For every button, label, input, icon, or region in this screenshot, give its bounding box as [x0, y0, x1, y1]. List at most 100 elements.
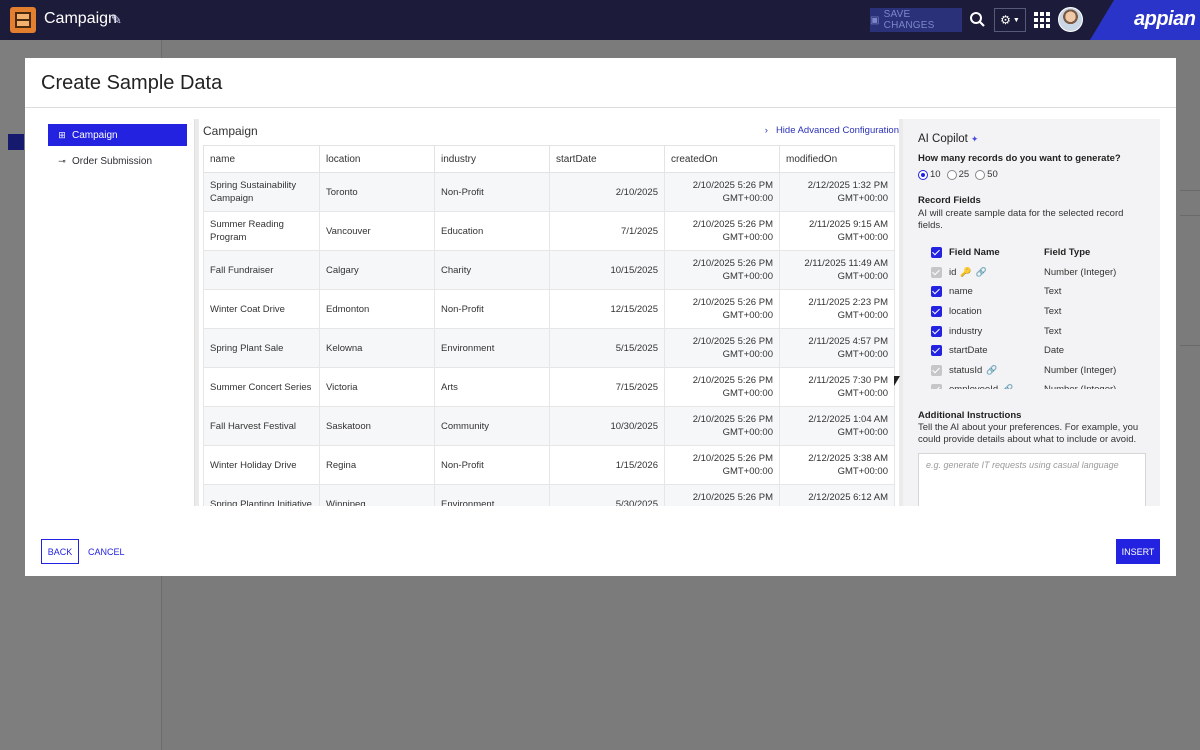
table-cell-location: Edmonton [319, 289, 435, 329]
save-changes-button[interactable]: ▣ SAVE CHANGES [870, 8, 962, 32]
field-row-startDate: startDate Date [931, 341, 1151, 361]
table-cell-createdOn: 2/10/2025 5:26 PM GMT+00:00 [664, 328, 780, 368]
table-cell-createdOn: 2/10/2025 5:26 PM GMT+00:00 [664, 367, 780, 407]
insert-button[interactable]: INSERT [1116, 539, 1160, 564]
table-cell-modifiedOn: 2/11/2025 11:49 AM GMT+00:00 [779, 250, 895, 290]
table-title: Campaign [203, 124, 258, 138]
ai-copilot-panel: AI Copilot ✦ How many records do you wan… [903, 119, 1160, 506]
field-checkbox-startDate[interactable] [931, 345, 942, 357]
radio-option-50[interactable]: 50 [975, 169, 998, 180]
table-cell-industry: Non-Profit [434, 289, 550, 329]
record-item-campaign[interactable]: ⊞ Campaign [48, 124, 187, 146]
table-cell-name: Summer Concert Series [203, 367, 320, 407]
table-cell-createdOn: 2/10/2025 5:26 PM GMT+00:00 [664, 250, 780, 290]
radio-option-25[interactable]: 25 [946, 169, 969, 180]
field-checkbox-location[interactable] [931, 306, 942, 318]
settings-menu-button[interactable]: ⚙ ▼ [994, 8, 1026, 32]
table-cell-location: Calgary [319, 250, 435, 290]
table-cell-startDate: 5/15/2025 [549, 328, 665, 368]
table-cell-industry: Community [434, 406, 550, 446]
table-cell-createdOn: 2/10/2025 5:26 PM GMT+00:00 [664, 406, 780, 446]
app-title: Campaign [44, 10, 117, 27]
search-icon[interactable] [969, 11, 986, 28]
hide-advanced-configuration-link[interactable]: › Hide Advanced Configuration [765, 125, 899, 136]
record-count-question: How many records do you want to generate… [918, 153, 1121, 164]
table-cell-modifiedOn: 2/12/2025 6:12 AM GMT+00:00 [779, 484, 895, 506]
column-header-modifiedOn[interactable]: modifiedOn [779, 145, 895, 173]
cancel-button[interactable]: CANCEL [88, 539, 125, 564]
field-name: location [949, 306, 982, 318]
back-button[interactable]: BACK [41, 539, 79, 564]
sample-data-table-panel: Campaign › Hide Advanced Configuration n… [199, 119, 899, 506]
field-checkbox-id [931, 266, 942, 278]
table-cell-createdOn: 2/10/2025 5:26 PM GMT+00:00 [664, 445, 780, 485]
additional-instructions-input[interactable]: e.g. generate IT requests using casual l… [918, 453, 1146, 506]
table-cell-industry: Non-Profit [434, 445, 550, 485]
field-type: Number (Integer) [1044, 266, 1117, 278]
radio-option-10[interactable]: 10 [918, 169, 941, 180]
table-cell-industry: Arts [434, 367, 550, 407]
background-selected-item [8, 134, 24, 150]
table-cell-name: Spring Planting Initiative [203, 484, 320, 506]
table-cell-modifiedOn: 2/12/2025 3:38 AM GMT+00:00 [779, 445, 895, 485]
gear-icon: ⚙ [1000, 13, 1011, 27]
table-cell-location: Victoria [319, 367, 435, 407]
table-cell-location: Toronto [319, 172, 435, 212]
field-type: Date [1044, 345, 1065, 357]
top-bar: Campaign ✎ ▣ SAVE CHANGES ⚙ ▼ appian [0, 0, 1200, 40]
field-list-header: Field Name Field Type [931, 243, 1151, 263]
record-fields-list[interactable]: Field Name Field Type id 🔑 🔗 Number (Intege… [931, 243, 1151, 389]
table-cell-location: Regina [319, 445, 435, 485]
app-icon [10, 7, 36, 33]
table-row: Summer Concert Series Victoria Arts 7/15/20… [203, 367, 895, 407]
table-cell-startDate: 10/30/2025 [549, 406, 665, 446]
table-cell-name: Spring Sustainability Campaign [203, 172, 320, 212]
table-row: Spring Sustainability Campaign Toronto Non… [203, 172, 895, 212]
record-count-options: 10 25 50 [918, 169, 998, 180]
field-checkbox-statusId [931, 364, 942, 376]
table-cell-createdOn: 2/10/2025 5:26 PM GMT+00:00 [664, 484, 780, 506]
column-header-industry[interactable]: industry [434, 145, 550, 173]
record-type-list: ⊞ Campaign ⊸ Order Submission [41, 119, 195, 506]
column-header-location[interactable]: location [319, 145, 435, 173]
table-cell-name: Fall Fundraiser [203, 250, 320, 290]
select-all-checkbox[interactable] [931, 247, 942, 259]
table-cell-startDate: 10/15/2025 [549, 250, 665, 290]
field-checkbox-name[interactable] [931, 286, 942, 298]
link-icon: 🔗 [986, 364, 998, 375]
field-row-id: id 🔑 🔗 Number (Integer) [931, 263, 1151, 283]
table-cell-startDate: 1/15/2026 [549, 445, 665, 485]
create-sample-data-dialog: Create Sample Data ⊞ Campaign ⊸ Order Su… [25, 58, 1176, 576]
field-row-location: location Text [931, 302, 1151, 322]
table-cell-industry: Environment [434, 328, 550, 368]
field-checkbox-industry[interactable] [931, 325, 942, 337]
table-row: Spring Planting Initiative Winnipeg Enviro… [203, 484, 895, 506]
table-cell-modifiedOn: 2/11/2025 9:15 AM GMT+00:00 [779, 211, 895, 251]
dialog-content: ⊞ Campaign ⊸ Order Submission Campaign ›… [41, 119, 1160, 506]
table-row: Spring Plant Sale Kelowna Environment 5/15/… [203, 328, 895, 368]
background-divider [1180, 345, 1200, 346]
additional-instructions-heading: Additional Instructions [918, 410, 1022, 421]
user-avatar[interactable] [1058, 7, 1083, 32]
table-cell-modifiedOn: 2/11/2025 2:23 PM GMT+00:00 [779, 289, 895, 329]
record-item-order-submission[interactable]: ⊸ Order Submission [48, 150, 187, 172]
caret-down-icon: ▼ [1012, 16, 1020, 24]
column-header-name[interactable]: name [203, 145, 320, 173]
additional-instructions-description: Tell the AI about your preferences. For … [918, 422, 1139, 445]
table-cell-location: Saskatoon [319, 406, 435, 446]
table-cell-modifiedOn: 2/12/2025 1:32 PM GMT+00:00 [779, 172, 895, 212]
field-row-name: name Text [931, 282, 1151, 302]
table-cell-modifiedOn: 2/12/2025 1:04 AM GMT+00:00 [779, 406, 895, 446]
edit-icon[interactable]: ✎ [111, 12, 122, 28]
field-type: Text [1044, 286, 1062, 298]
column-header-createdOn[interactable]: createdOn [664, 145, 780, 173]
dialog-title: Create Sample Data [41, 72, 223, 94]
app-launcher-icon[interactable] [1034, 12, 1050, 28]
sample-data-table: name location industry startDate createdOn mo… [203, 145, 895, 506]
table-cell-location: Winnipeg [319, 484, 435, 506]
field-name: employeeId [949, 384, 998, 389]
column-header-startDate[interactable]: startDate [549, 145, 665, 173]
table-cell-industry: Charity [434, 250, 550, 290]
table-cell-createdOn: 2/10/2025 5:26 PM GMT+00:00 [664, 289, 780, 329]
chevron-right-icon: › [764, 125, 768, 136]
